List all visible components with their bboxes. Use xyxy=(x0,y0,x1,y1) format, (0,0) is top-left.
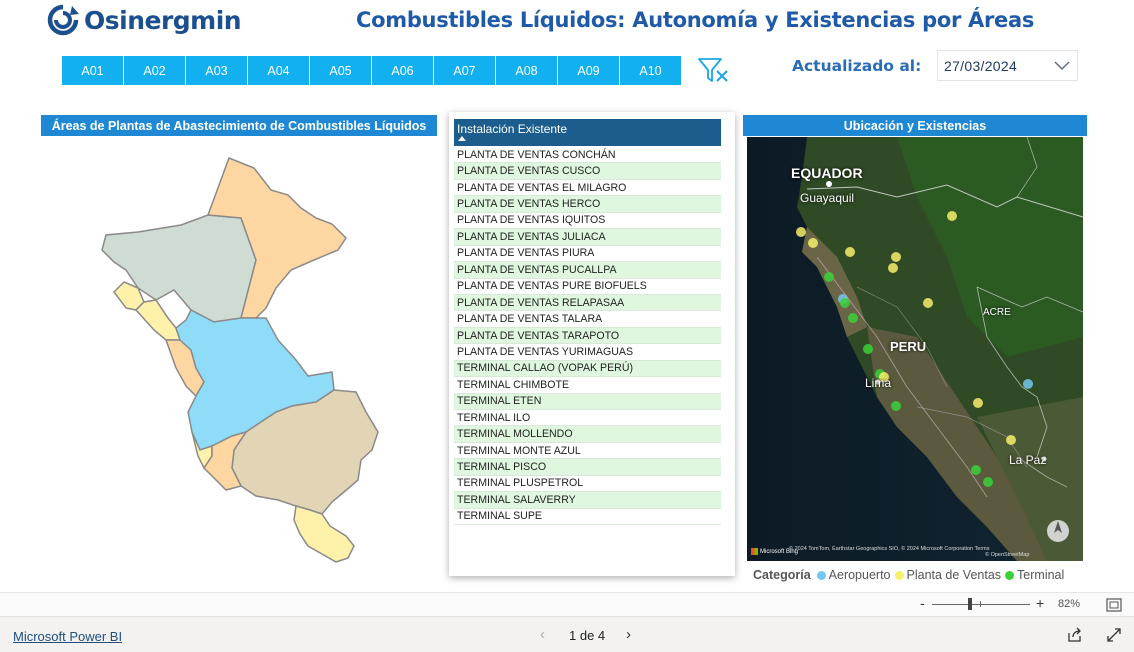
table-row[interactable]: TERMINAL SALAVERRY xyxy=(454,492,721,509)
page-indicator: 1 de 4 xyxy=(569,628,606,643)
osinergmin-logo-icon xyxy=(47,4,79,36)
map-label-ecuador: EQUADOR xyxy=(791,165,863,181)
powerbi-link[interactable]: Microsoft Power BI xyxy=(13,629,122,644)
next-page-button[interactable]: › xyxy=(626,626,631,643)
fit-to-page-icon[interactable] xyxy=(1106,598,1122,612)
previous-page-button[interactable]: ‹ xyxy=(540,626,545,643)
zoom-out-button[interactable]: - xyxy=(920,595,925,611)
table-row[interactable]: TERMINAL PLUSPETROL xyxy=(454,476,721,493)
table-row[interactable]: TERMINAL CALLAO (VOPAK PERÚ) xyxy=(454,360,721,378)
area-slicer: A01 A02 A03 A04 A05 A06 A07 A08 A09 A10 xyxy=(62,56,682,85)
area-button-a07[interactable]: A07 xyxy=(434,56,495,85)
table-row[interactable]: TERMINAL CHIMBOTE xyxy=(454,377,721,394)
table-row[interactable]: PLANTA DE VENTAS RELAPASAA xyxy=(454,294,721,312)
map-label-peru: PERU xyxy=(890,339,927,354)
map-attribution: © 2024 TomTom, Earthstar Geographics SIO… xyxy=(789,546,990,552)
legend-dot-icon xyxy=(1005,570,1015,580)
area-button-a01[interactable]: A01 xyxy=(62,56,123,85)
table-row[interactable]: PLANTA DE VENTAS HERCO xyxy=(454,196,721,213)
legend-dot-icon xyxy=(816,570,826,580)
map-label-guayaquil: Guayaquil xyxy=(800,191,855,205)
date-dropdown[interactable]: 27/03/2024 xyxy=(937,50,1078,81)
legend-label: Terminal xyxy=(1017,568,1065,582)
table-row[interactable]: TERMINAL SUPE xyxy=(454,509,721,526)
area-button-a03[interactable]: A03 xyxy=(186,56,247,85)
legend-label: Planta de Ventas xyxy=(906,568,1002,582)
date-value: 27/03/2024 xyxy=(944,57,1018,74)
map-label-lima: Lima xyxy=(865,376,892,390)
map-area-tacna xyxy=(293,505,355,563)
table-row[interactable]: PLANTA DE VENTAS PUCALLPA xyxy=(454,262,721,279)
share-icon[interactable] xyxy=(1067,627,1083,643)
report-canvas: Osinergmin Combustibles Líquidos: Autono… xyxy=(0,0,1134,652)
zoom-bar: - + 82% xyxy=(0,592,1134,616)
fullscreen-icon[interactable] xyxy=(1106,627,1122,643)
updated-label: Actualizado al: xyxy=(792,57,922,75)
table-row[interactable]: PLANTA DE VENTAS TARAPOTO xyxy=(454,327,721,345)
page-title: Combustibles Líquidos: Autonomía y Exist… xyxy=(356,8,1035,32)
table-row[interactable]: TERMINAL MONTE AZUL xyxy=(454,443,721,460)
table-row[interactable]: PLANTA DE VENTAS IQUITOS xyxy=(454,213,721,230)
clear-filter-icon[interactable] xyxy=(697,55,731,85)
area-button-a09[interactable]: A09 xyxy=(558,56,619,85)
zoom-slider-track[interactable] xyxy=(932,604,1030,605)
bing-logo-text: Microsoft Bing xyxy=(760,548,799,555)
legend-item-planta-de-ventas[interactable]: Planta de Ventas xyxy=(894,568,1002,582)
map-label-acre: ACRE xyxy=(983,307,1011,318)
bing-logo: Microsoft Bing xyxy=(751,548,798,555)
zoom-in-button[interactable]: + xyxy=(1036,595,1044,611)
map-label-la-paz: La Paz xyxy=(1009,453,1047,467)
table-row[interactable]: PLANTA DE VENTAS PIURA xyxy=(454,246,721,263)
table-row[interactable]: TERMINAL MOLLENDO xyxy=(454,426,721,443)
table-row[interactable]: PLANTA DE VENTAS CUSCO xyxy=(454,163,721,180)
map-area-coast-north xyxy=(134,299,182,341)
legend-dot-icon xyxy=(894,570,904,580)
logo-text: Osinergmin xyxy=(84,5,242,35)
area-button-a04[interactable]: A04 xyxy=(248,56,309,85)
area-button-a05[interactable]: A05 xyxy=(310,56,371,85)
microsoft-logo-icon xyxy=(751,548,758,555)
areas-map-title: Áreas de Plantas de Abastecimiento de Co… xyxy=(41,115,437,136)
osinergmin-logo: Osinergmin xyxy=(46,4,242,36)
sort-ascending-icon[interactable] xyxy=(458,136,466,141)
table-header-label: Instalación Existente xyxy=(457,122,568,136)
peru-areas-map xyxy=(101,157,379,563)
table-row[interactable]: PLANTA DE VENTAS EL MILAGRO xyxy=(454,180,721,197)
installations-table: Instalación Existente PLANTA DE VENTAS C… xyxy=(449,112,735,576)
area-button-a02[interactable]: A02 xyxy=(124,56,185,85)
table-row[interactable]: PLANTA DE VENTAS CONCHÁN xyxy=(454,147,721,164)
legend-item-aeropuerto[interactable]: Aeropuerto xyxy=(816,568,891,582)
table-row[interactable]: PLANTA DE VENTAS TALARA xyxy=(454,311,721,328)
zoom-slider-thumb[interactable] xyxy=(968,598,972,610)
table-header[interactable]: Instalación Existente xyxy=(454,119,721,146)
area-button-a08[interactable]: A08 xyxy=(496,56,557,85)
zoom-level: 82% xyxy=(1058,598,1081,610)
table-row[interactable]: PLANTA DE VENTAS YURIMAGUAS xyxy=(454,344,721,361)
table-row[interactable]: PLANTA DE VENTAS JULIACA xyxy=(454,229,721,246)
area-button-a06[interactable]: A06 xyxy=(372,56,433,85)
map-legend: Categoría Aeropuerto Planta de Ventas Te… xyxy=(753,568,1068,582)
table-row[interactable]: PLANTA DE VENTAS PURE BIOFUELS xyxy=(454,279,721,295)
legend-label: Aeropuerto xyxy=(828,568,891,582)
table-body: PLANTA DE VENTAS CONCHÁN PLANTA DE VENTA… xyxy=(454,147,721,526)
table-row[interactable]: TERMINAL ETEN xyxy=(454,393,721,410)
legend-item-terminal[interactable]: Terminal xyxy=(1005,568,1064,582)
location-map-title: Ubicación y Existencias xyxy=(743,115,1087,136)
area-button-a10[interactable]: A10 xyxy=(620,56,681,85)
chevron-down-icon xyxy=(1054,61,1070,70)
legend-title: Categoría xyxy=(753,568,811,582)
table-row[interactable]: TERMINAL ILO xyxy=(454,410,721,427)
table-row[interactable]: TERMINAL PISCO xyxy=(454,459,721,476)
zoom-slider-tick xyxy=(980,601,981,607)
powerbi-footer: Microsoft Power BI ‹ 1 de 4 › xyxy=(0,616,1134,652)
osm-attribution[interactable]: © OpenStreetMap xyxy=(985,552,1029,558)
satellite-map[interactable]: EQUADOR Guayaquil PERU Lima ACRE La Paz … xyxy=(747,137,1083,561)
